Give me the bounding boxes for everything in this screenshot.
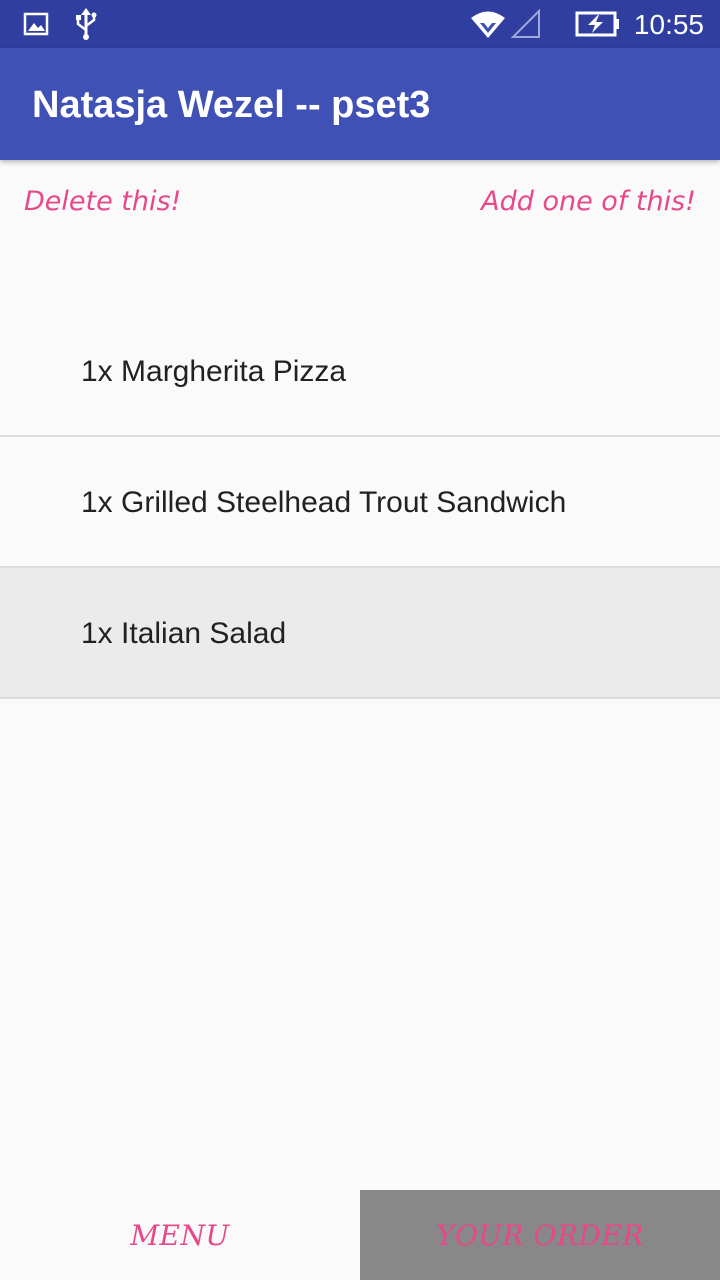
signal-icon (510, 0, 542, 48)
list-item[interactable]: 1x Grilled Steelhead Trout Sandwich (0, 437, 720, 568)
tab-menu[interactable]: MENU (0, 1190, 360, 1280)
add-hint: Add one of this! (481, 186, 696, 217)
status-time: 10:55 (633, 9, 704, 40)
app-title: Natasja Wezel -- pset3 (32, 84, 431, 126)
wifi-icon (468, 0, 508, 48)
order-list: 1x Margherita Pizza 1x Grilled Steelhead… (0, 306, 720, 699)
list-item[interactable]: 1x Italian Salad (0, 568, 720, 699)
list-item-label: 1x Italian Salad (81, 617, 287, 650)
bottom-nav: MENU YOUR ORDER (0, 1190, 720, 1280)
list-item[interactable]: 1x Margherita Pizza (0, 306, 720, 437)
status-bar: 10:55 (0, 0, 720, 48)
list-item-label: 1x Grilled Steelhead Trout Sandwich (81, 486, 567, 519)
image-icon (22, 0, 50, 48)
tab-your-order[interactable]: YOUR ORDER (360, 1190, 720, 1280)
battery-charging-icon (574, 0, 622, 48)
usb-icon (72, 0, 100, 48)
app-bar: Natasja Wezel -- pset3 (0, 48, 720, 160)
delete-hint: Delete this! (24, 186, 182, 217)
list-item-label: 1x Margherita Pizza (81, 355, 347, 388)
